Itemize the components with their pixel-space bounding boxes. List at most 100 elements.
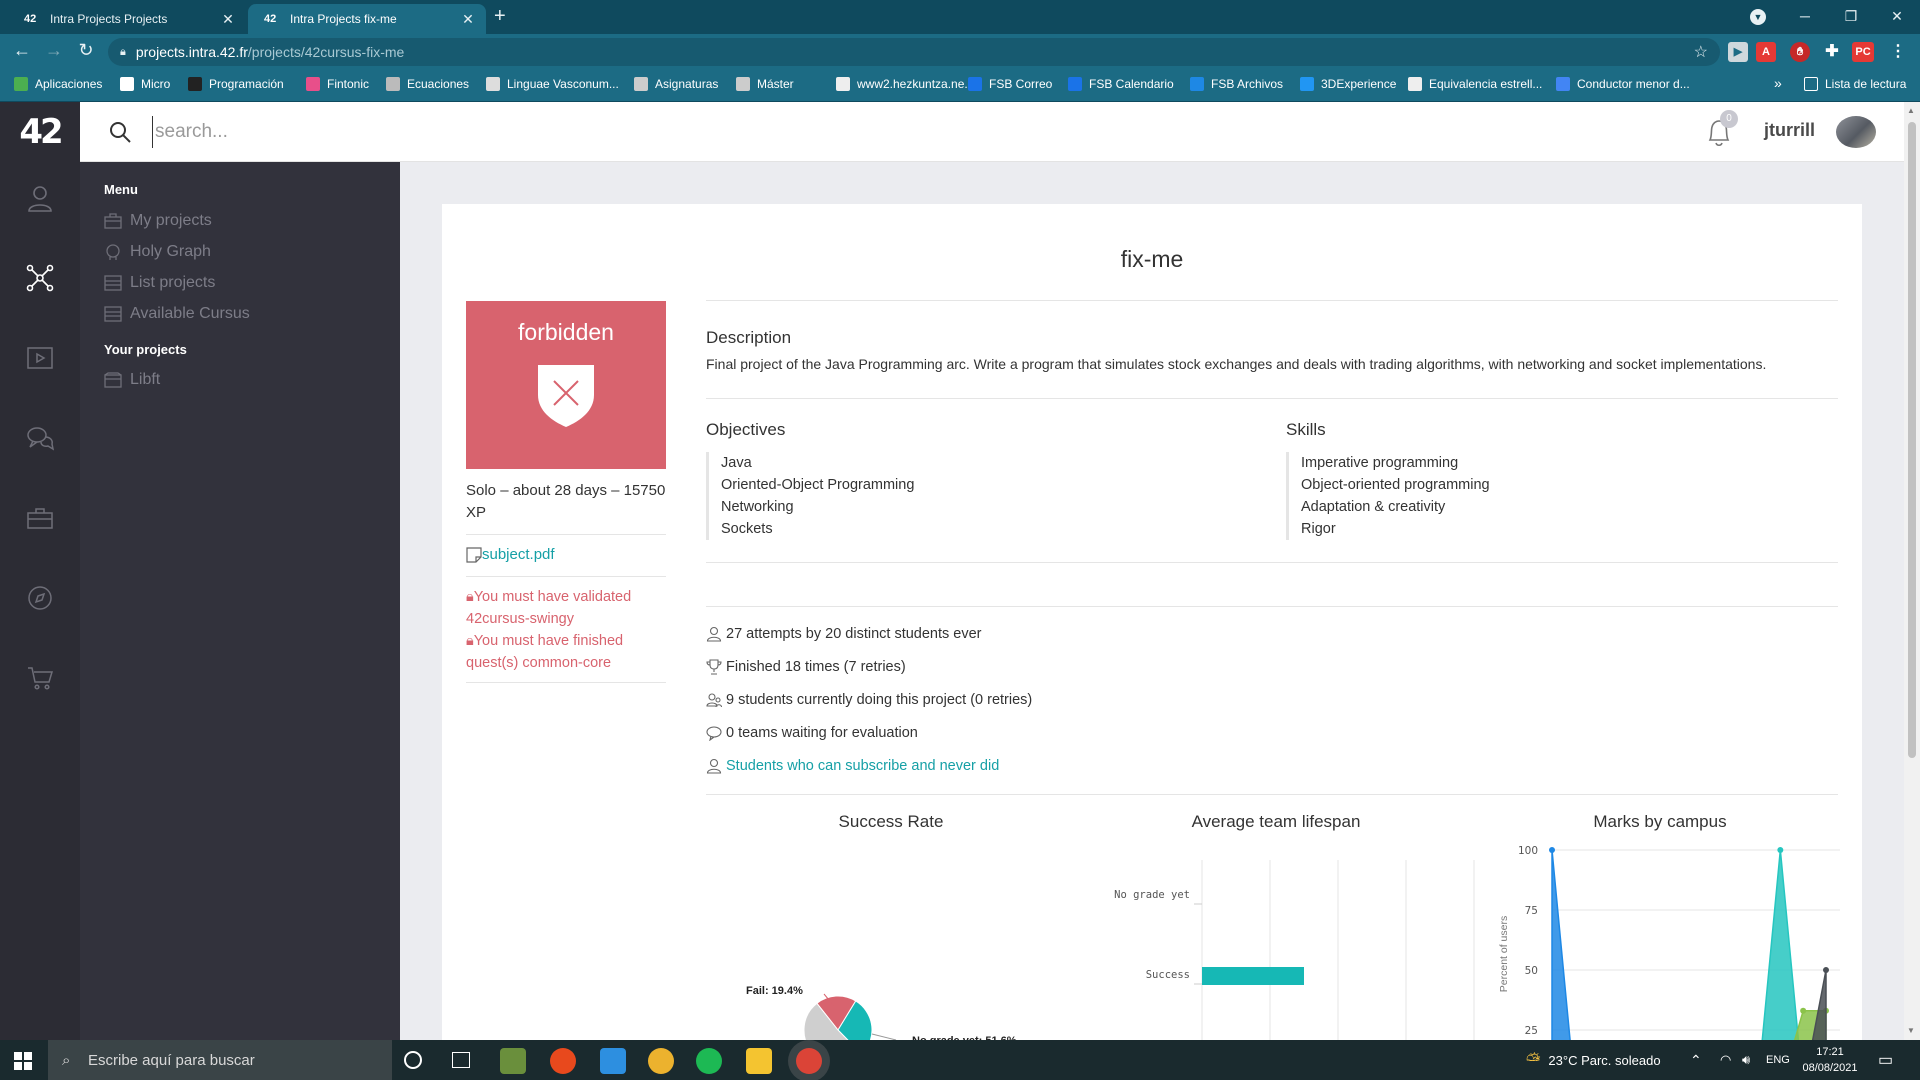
scrollbar-thumb[interactable]: [1908, 122, 1916, 758]
close-tab-icon[interactable]: ✕: [460, 11, 476, 28]
subject-pdf-link[interactable]: subject.pdf: [466, 546, 555, 563]
minimize-button[interactable]: ─: [1782, 0, 1828, 34]
briefcase-icon[interactable]: [22, 500, 58, 536]
data-point[interactable]: [1800, 1007, 1807, 1014]
bookmark-item[interactable]: Programación: [188, 77, 284, 91]
username[interactable]: jturrill: [1764, 120, 1815, 141]
your-project-libft[interactable]: Libft: [104, 371, 160, 389]
bookmark-favicon-icon: [188, 77, 202, 91]
back-icon[interactable]: ←: [10, 40, 34, 61]
reload-icon[interactable]: ↻: [74, 40, 98, 61]
avatar[interactable]: [1836, 116, 1876, 148]
spotify-icon[interactable]: [696, 1048, 722, 1074]
media-app-icon[interactable]: [550, 1048, 576, 1074]
data-point[interactable]: [1549, 847, 1555, 853]
file-explorer-icon[interactable]: [746, 1048, 772, 1074]
bookmark-item[interactable]: Aplicaciones: [14, 77, 102, 91]
menu-item-available-cursus[interactable]: Available Cursus: [104, 305, 250, 323]
reading-list-button[interactable]: Lista de lectura: [1804, 77, 1906, 91]
wifi-icon[interactable]: ◠: [1720, 1040, 1731, 1080]
chrome-icon[interactable]: [796, 1048, 822, 1074]
cortana-icon[interactable]: [404, 1051, 422, 1069]
bar[interactable]: [1202, 967, 1304, 985]
profile-icon[interactable]: [22, 180, 58, 216]
graph-icon[interactable]: [22, 260, 58, 296]
bookmark-favicon-icon: [14, 77, 28, 91]
language-indicator[interactable]: ENG: [1766, 1040, 1790, 1080]
menu-item-holy-graph[interactable]: Holy Graph: [104, 243, 211, 261]
scroll-up-icon[interactable]: ▲: [1907, 106, 1915, 115]
extensions-puzzle-icon[interactable]: ✚: [1822, 42, 1842, 62]
minecraft-icon[interactable]: [500, 1048, 526, 1074]
reading-list-label: Lista de lectura: [1825, 77, 1907, 91]
bookmark-item[interactable]: www2.hezkuntza.ne...: [836, 77, 974, 91]
bookmark-item[interactable]: Micro: [120, 77, 170, 91]
task-view-icon[interactable]: [452, 1052, 470, 1068]
bookmark-item[interactable]: FSB Calendario: [1068, 77, 1174, 91]
menu-item-my-projects[interactable]: My projects: [104, 212, 212, 230]
volume-icon[interactable]: 🔊︎: [1742, 1040, 1750, 1080]
bookmark-item[interactable]: Máster: [736, 77, 794, 91]
bookmark-star-icon[interactable]: ☆: [1694, 42, 1708, 62]
bookmark-item[interactable]: Fintonic: [306, 77, 369, 91]
bookmark-item[interactable]: FSB Correo: [968, 77, 1052, 91]
divider: [706, 562, 1838, 563]
address-toolbar: ← → ↻ 🔒︎ projects.intra.42.fr/projects/4…: [0, 34, 1920, 70]
windows-start-icon[interactable]: [14, 1052, 32, 1070]
menu-item-list-projects[interactable]: List projects: [104, 274, 215, 292]
shop-cart-icon[interactable]: [22, 660, 58, 696]
close-window-button[interactable]: ✕: [1874, 0, 1920, 34]
bookmark-item[interactable]: FSB Archivos: [1190, 77, 1283, 91]
bookmark-label: FSB Archivos: [1211, 77, 1284, 91]
extension-pc-icon[interactable]: PC: [1852, 42, 1874, 62]
objectives-list: Java Oriented-Object Programming Network…: [706, 452, 914, 540]
data-point[interactable]: [1823, 967, 1829, 973]
extension-pdf-icon[interactable]: A: [1756, 42, 1776, 62]
attachment-label: subject.pdf: [482, 546, 555, 563]
page-scrollbar[interactable]: ▲ ▼: [1904, 102, 1920, 1040]
bookmarks-overflow-button[interactable]: »: [1774, 75, 1782, 91]
bookmark-item[interactable]: Asignaturas: [634, 77, 718, 91]
tray-chevron-icon[interactable]: ⌃: [1690, 1040, 1702, 1080]
slack-icon[interactable]: [648, 1048, 674, 1074]
compass-icon[interactable]: [22, 580, 58, 616]
bookmark-item[interactable]: Ecuaciones: [386, 77, 469, 91]
students-never-subscribed-link[interactable]: Students who can subscribe and never did: [706, 758, 999, 774]
search-input[interactable]: [152, 116, 752, 148]
system-clock[interactable]: 17:21 08/08/2021: [1800, 1044, 1860, 1076]
address-bar[interactable]: 🔒︎ projects.intra.42.fr/projects/42cursu…: [108, 38, 1720, 66]
bookmark-item[interactable]: Linguae Vasconum...: [486, 77, 619, 91]
bookmark-item[interactable]: Conductor menor d...: [1556, 77, 1690, 91]
video-icon[interactable]: [22, 340, 58, 376]
chart-title-marks-by-campus: Marks by campus: [1593, 812, 1727, 831]
tab-fix-me[interactable]: 42 Intra Projects fix-me ✕: [248, 4, 486, 34]
bookmark-item[interactable]: 3DExperience: [1300, 77, 1396, 91]
new-tab-button[interactable]: +: [494, 5, 506, 28]
vscode-icon[interactable]: [600, 1048, 626, 1074]
stat-text: 27 attempts by 20 distinct students ever: [726, 626, 982, 642]
tab-title: Intra Projects fix-me: [290, 12, 397, 26]
taskbar-search-box[interactable]: ⌕ Escribe aquí para buscar: [48, 1040, 392, 1080]
tab-search-icon[interactable]: ▼: [1750, 9, 1766, 25]
scroll-down-icon[interactable]: ▼: [1907, 1026, 1915, 1035]
search-icon[interactable]: [108, 120, 132, 144]
tab-projects[interactable]: 42 Intra Projects Projects ✕: [8, 4, 246, 34]
restore-button[interactable]: ❐: [1828, 0, 1874, 34]
close-tab-icon[interactable]: ✕: [220, 11, 236, 28]
area-series[interactable]: [1552, 849, 1826, 1040]
extension-hand-icon[interactable]: ✋︎: [1790, 42, 1810, 62]
notifications-center-icon[interactable]: ▭: [1878, 1040, 1893, 1080]
extension-video-icon[interactable]: ▶: [1728, 42, 1748, 62]
bookmark-item[interactable]: Equivalencia estrell...: [1408, 77, 1542, 91]
bookmark-label: Programación: [209, 77, 284, 91]
browser-menu-icon[interactable]: ⋮: [1888, 42, 1908, 62]
search-icon: ⌕: [62, 1051, 71, 1069]
forward-icon[interactable]: →: [42, 40, 66, 61]
logo-42[interactable]: 42: [0, 102, 80, 162]
divider: [706, 300, 1838, 301]
chat-icon[interactable]: [22, 420, 58, 456]
file-icon: [466, 546, 482, 563]
weather-widget[interactable]: ⛅︎ 23°C Parc. soleado: [1526, 1040, 1661, 1080]
data-point[interactable]: [1777, 847, 1784, 853]
taskbar-search-placeholder: Escribe aquí para buscar: [88, 1051, 255, 1069]
